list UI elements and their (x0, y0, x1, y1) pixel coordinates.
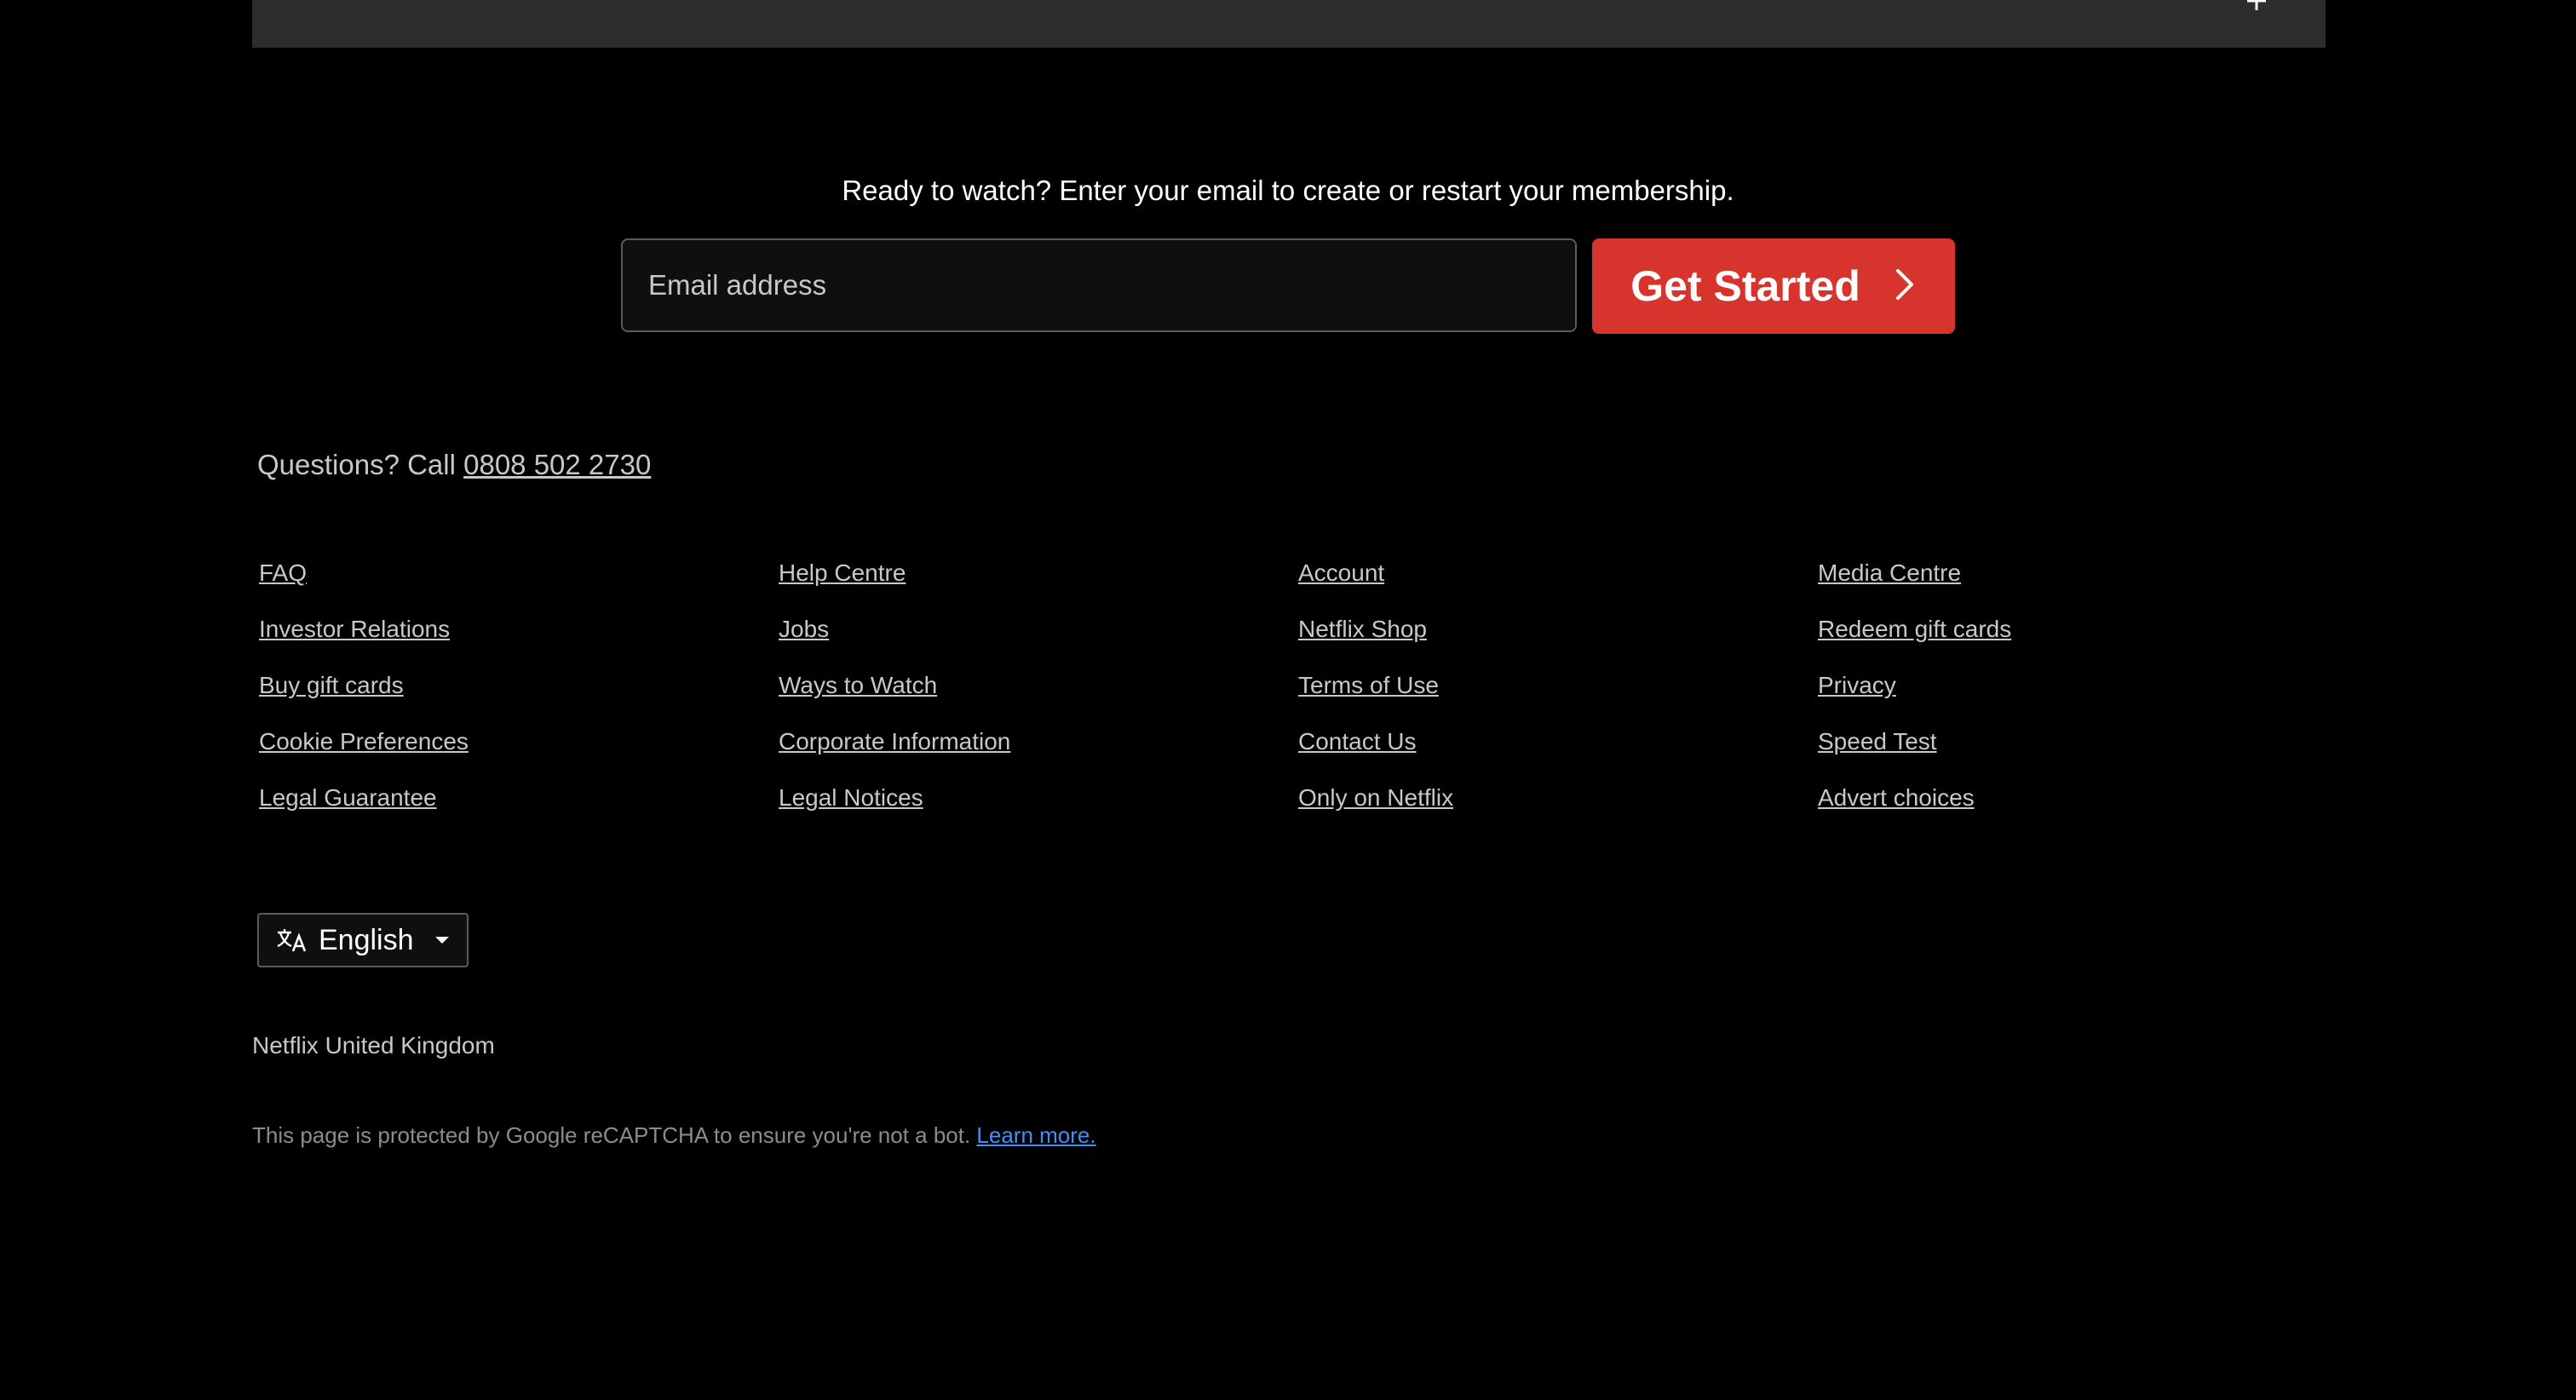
footer-link-buy-gift-cards[interactable]: Buy gift cards (259, 666, 770, 722)
plus-icon[interactable] (2247, 0, 2266, 10)
recaptcha-text: This page is protected by Google reCAPTC… (252, 1122, 977, 1148)
footer-link-help-centre[interactable]: Help Centre (779, 554, 1290, 610)
page: Ready to watch? Enter your email to crea… (0, 0, 2576, 1400)
get-started-button[interactable]: Get Started (1592, 238, 1955, 334)
footer-link-faq[interactable]: FAQ (259, 554, 770, 610)
footer-link-media-centre[interactable]: Media Centre (1818, 554, 2329, 610)
footer-link-contact-us[interactable]: Contact Us (1298, 722, 1809, 778)
footer-column-4: Media Centre Redeem gift cards Privacy S… (1818, 554, 2329, 835)
email-field-wrapper[interactable] (621, 238, 1577, 332)
footer-link-account[interactable]: Account (1298, 554, 1809, 610)
footer-link-legal-notices[interactable]: Legal Notices (779, 778, 1290, 835)
footer-link-jobs[interactable]: Jobs (779, 610, 1290, 666)
footer-link-privacy[interactable]: Privacy (1818, 666, 2329, 722)
learn-more-link[interactable]: Learn more. (976, 1122, 1095, 1148)
email-input[interactable] (623, 240, 1575, 330)
footer-link-cookie-preferences[interactable]: Cookie Preferences (259, 722, 770, 778)
phone-link[interactable]: 0808 502 2730 (463, 449, 651, 480)
footer-link-netflix-shop[interactable]: Netflix Shop (1298, 610, 1809, 666)
questions-prefix: Questions? Call (257, 449, 464, 480)
footer-link-only-on-netflix[interactable]: Only on Netflix (1298, 778, 1809, 835)
footer-link-terms-of-use[interactable]: Terms of Use (1298, 666, 1809, 722)
footer-column-2: Help Centre Jobs Ways to Watch Corporate… (779, 554, 1290, 835)
cta-text: Ready to watch? Enter your email to crea… (842, 175, 1734, 206)
recaptcha-notice: This page is protected by Google reCAPTC… (252, 1122, 1096, 1149)
language-selected: English (319, 923, 414, 956)
footer-link-investor-relations[interactable]: Investor Relations (259, 610, 770, 666)
footer-link-advert-choices[interactable]: Advert choices (1818, 778, 2329, 835)
footer-link-ways-to-watch[interactable]: Ways to Watch (779, 666, 1290, 722)
footer-column-1: FAQ Investor Relations Buy gift cards Co… (259, 554, 770, 835)
chevron-right-icon (1891, 267, 1917, 306)
footer-link-corporate-information[interactable]: Corporate Information (779, 722, 1290, 778)
footer-link-legal-guarantee[interactable]: Legal Guarantee (259, 778, 770, 835)
country-label: Netflix United Kingdom (252, 1032, 495, 1059)
get-started-label: Get Started (1630, 262, 1860, 310)
footer-column-3: Account Netflix Shop Terms of Use Contac… (1298, 554, 1809, 835)
footer-link-speed-test[interactable]: Speed Test (1818, 722, 2329, 778)
language-select[interactable]: English (257, 913, 469, 967)
questions-line: Questions? Call 0808 502 2730 (257, 446, 651, 484)
caret-down-icon (426, 933, 451, 947)
translate-icon (276, 927, 307, 953)
footer-link-redeem-gift-cards[interactable]: Redeem gift cards (1818, 610, 2329, 666)
faq-accordion-item[interactable] (252, 0, 2326, 48)
